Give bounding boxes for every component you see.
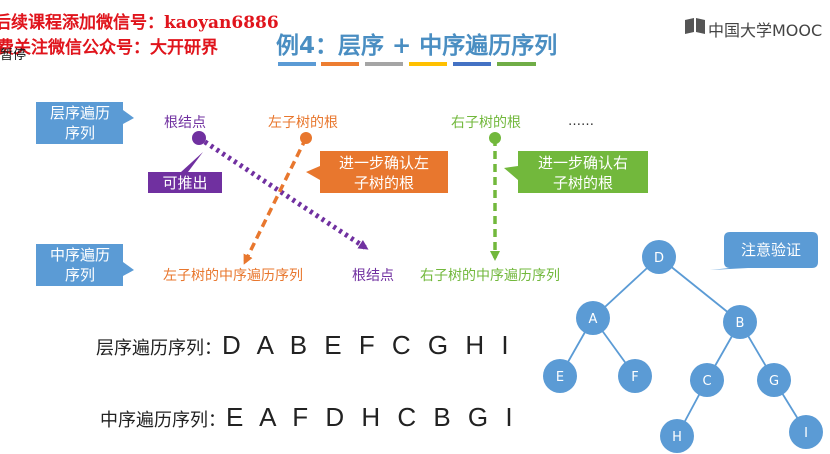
right-root-dot bbox=[489, 132, 501, 144]
tree-node-I: I bbox=[789, 415, 823, 449]
inorder-box-line1: 中序遍历 bbox=[50, 246, 110, 264]
tree-node-label: D bbox=[654, 251, 664, 266]
level-order-box: 层序遍历 序列 bbox=[36, 102, 134, 144]
level-order-box-line2: 序列 bbox=[65, 124, 95, 142]
ellipsis: …… bbox=[568, 114, 594, 129]
tree-node-label: F bbox=[631, 370, 638, 385]
inorder-box: 中序遍历 序列 bbox=[36, 244, 134, 286]
left-inorder-label: 左子树的中序遍历序列 bbox=[163, 268, 303, 284]
confirm-right-line2: 子树的根 bbox=[553, 174, 613, 192]
tree-node-G: G bbox=[757, 363, 791, 397]
tree-node-label: G bbox=[769, 374, 779, 389]
confirm-left-line2: 子树的根 bbox=[354, 174, 414, 192]
inorder-sequence-value: E A F D H C B G I bbox=[226, 402, 518, 432]
confirm-left-line1: 进一步确认左 bbox=[339, 154, 429, 172]
deduce-callout: 可推出 bbox=[148, 152, 222, 193]
tree-nodes: D A B E F C G H I bbox=[543, 240, 823, 453]
right-inorder-label: 右子树的中序遍历序列 bbox=[420, 268, 560, 284]
verify-callout-text: 注意验证 bbox=[741, 241, 801, 259]
inorder-box-line2: 序列 bbox=[65, 266, 95, 284]
left-subtree-root-label: 左子树的根 bbox=[268, 115, 338, 131]
tree-edges bbox=[559, 256, 807, 437]
tree-node-E: E bbox=[543, 359, 577, 393]
level-sequence: 层序遍历序列：D A B E F C G H I bbox=[96, 330, 514, 361]
inorder-root-label: 根结点 bbox=[352, 268, 394, 284]
tree-node-A: A bbox=[576, 301, 610, 335]
right-subtree-root-label: 右子树的根 bbox=[451, 115, 521, 131]
level-sequence-value: D A B E F C G H I bbox=[222, 330, 514, 360]
tree-node-label: B bbox=[736, 316, 745, 331]
left-root-dot bbox=[300, 132, 312, 144]
tree-node-label: C bbox=[702, 374, 711, 389]
tree-node-label: I bbox=[804, 426, 808, 441]
confirm-right-callout: 进一步确认右 子树的根 bbox=[504, 151, 648, 193]
tree-node-label: H bbox=[672, 430, 682, 445]
confirm-right-line1: 进一步确认右 bbox=[538, 154, 628, 172]
tree-node-D: D bbox=[642, 240, 676, 274]
diagram-canvas: 层序遍历 序列 中序遍历 序列 可推出 进一步确认左 子树的根 进一步确认右 子… bbox=[36, 102, 823, 453]
tree-node-H: H bbox=[660, 419, 694, 453]
deduce-callout-text: 可推出 bbox=[162, 174, 207, 192]
tree-node-C: C bbox=[690, 363, 724, 397]
tree-node-label: E bbox=[556, 370, 564, 385]
inorder-sequence: 中序遍历序列：E A F D H C B G I bbox=[100, 402, 518, 433]
level-root-label: 根结点 bbox=[164, 115, 206, 131]
verify-callout: 注意验证 bbox=[710, 232, 818, 270]
level-sequence-label: 层序遍历序列： bbox=[96, 338, 222, 359]
inorder-sequence-label: 中序遍历序列： bbox=[100, 410, 226, 431]
tree-node-F: F bbox=[618, 359, 652, 393]
tree-node-label: A bbox=[589, 312, 598, 327]
left-root-arrow bbox=[243, 137, 308, 265]
tree-node-B: B bbox=[723, 305, 757, 339]
root-dot bbox=[192, 131, 206, 145]
confirm-left-callout: 进一步确认左 子树的根 bbox=[306, 151, 448, 193]
level-order-box-line1: 层序遍历 bbox=[50, 104, 110, 122]
